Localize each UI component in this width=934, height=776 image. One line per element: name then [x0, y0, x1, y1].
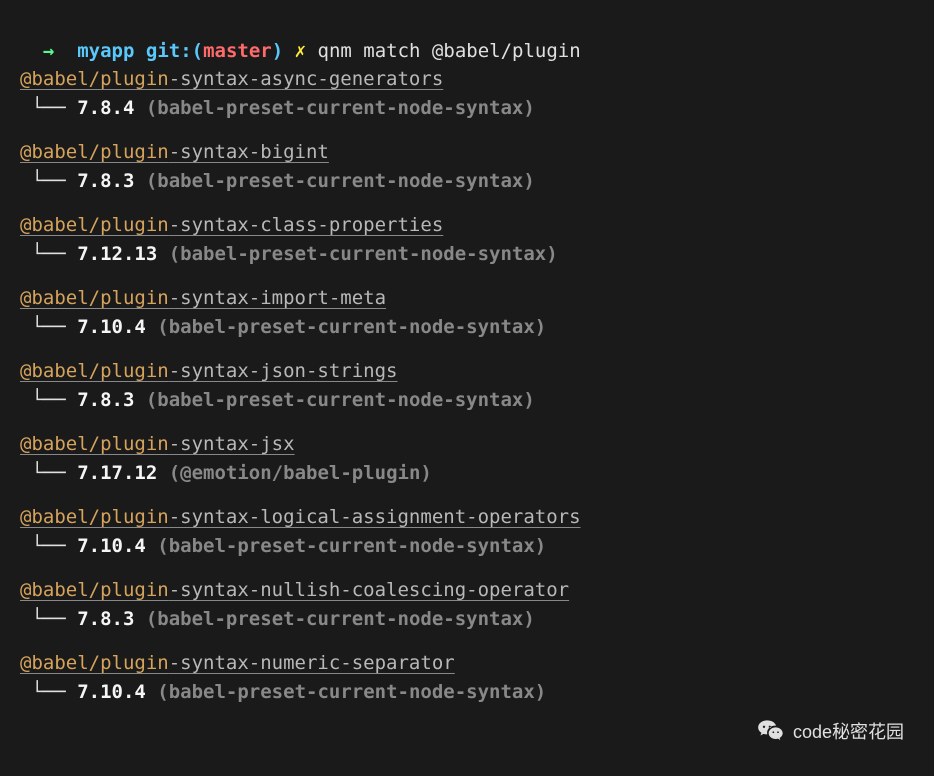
git-branch: master [203, 40, 272, 62]
package-suffix: -syntax-bigint [169, 141, 329, 163]
package-name-line: @babel/plugin-syntax-async-generators [20, 65, 914, 94]
parent-package: (@emotion/babel-plugin) [169, 462, 432, 484]
package-match: @babel/plugin [20, 506, 169, 528]
package-version: 7.8.3 [77, 608, 134, 630]
package-version: 7.10.4 [77, 681, 146, 703]
tree-branch-icon: └── [20, 681, 77, 703]
package-match: @babel/plugin [20, 287, 169, 309]
package-suffix: -syntax-nullish-coalescing-operator [169, 579, 569, 601]
parent-package: (babel-preset-current-node-syntax) [157, 316, 546, 338]
package-suffix: -syntax-json-strings [169, 360, 398, 382]
package-name-line: @babel/plugin-syntax-jsx [20, 430, 914, 459]
dirty-indicator: ✗ [295, 40, 306, 62]
package-name-line: @babel/plugin-syntax-json-strings [20, 357, 914, 386]
package-name-line: @babel/plugin-syntax-import-meta [20, 284, 914, 313]
package-version: 7.10.4 [77, 535, 146, 557]
parent-package: (babel-preset-current-node-syntax) [157, 681, 546, 703]
package-version-line: └── 7.8.3 (babel-preset-current-node-syn… [20, 167, 914, 196]
package-match: @babel/plugin [20, 68, 169, 90]
tree-branch-icon: └── [20, 170, 77, 192]
package-version-line: └── 7.12.13 (babel-preset-current-node-s… [20, 240, 914, 269]
package-match: @babel/plugin [20, 141, 169, 163]
package-version-line: └── 7.8.4 (babel-preset-current-node-syn… [20, 94, 914, 123]
parent-package: (babel-preset-current-node-syntax) [146, 389, 535, 411]
prompt-arrow: → [43, 40, 54, 62]
package-version-line: └── 7.10.4 (babel-preset-current-node-sy… [20, 678, 914, 707]
package-name-line: @babel/plugin-syntax-nullish-coalescing-… [20, 576, 914, 605]
parent-package: (babel-preset-current-node-syntax) [157, 535, 546, 557]
package-name-line: @babel/plugin-syntax-logical-assignment-… [20, 503, 914, 532]
package-suffix: -syntax-async-generators [169, 68, 444, 90]
package-match: @babel/plugin [20, 360, 169, 382]
tree-branch-icon: └── [20, 97, 77, 119]
package-version-line: └── 7.8.3 (babel-preset-current-node-syn… [20, 386, 914, 415]
package-match: @babel/plugin [20, 579, 169, 601]
package-version-line: └── 7.10.4 (babel-preset-current-node-sy… [20, 532, 914, 561]
package-version: 7.8.4 [77, 97, 134, 119]
parent-package: (babel-preset-current-node-syntax) [146, 608, 535, 630]
watermark: code秘密花园 [757, 718, 904, 746]
watermark-text: code秘密花园 [793, 719, 904, 746]
tree-branch-icon: └── [20, 389, 77, 411]
git-label: git:( [146, 40, 203, 62]
package-match: @babel/plugin [20, 214, 169, 236]
package-suffix: -syntax-jsx [169, 433, 295, 455]
package-version: 7.10.4 [77, 316, 146, 338]
package-name-line: @babel/plugin-syntax-numeric-separator [20, 649, 914, 678]
app-name: myapp [77, 40, 134, 62]
package-version: 7.12.13 [77, 243, 157, 265]
tree-branch-icon: └── [20, 243, 77, 265]
package-version: 7.8.3 [77, 170, 134, 192]
package-name-line: @babel/plugin-syntax-class-properties [20, 211, 914, 240]
parent-package: (babel-preset-current-node-syntax) [169, 243, 558, 265]
close-paren: ) [272, 40, 283, 62]
package-version-line: └── 7.17.12 (@emotion/babel-plugin) [20, 459, 914, 488]
package-version-line: └── 7.8.3 (babel-preset-current-node-syn… [20, 605, 914, 634]
package-name-line: @babel/plugin-syntax-bigint [20, 138, 914, 167]
package-version: 7.8.3 [77, 389, 134, 411]
tree-branch-icon: └── [20, 316, 77, 338]
package-suffix: -syntax-class-properties [169, 214, 444, 236]
tree-branch-icon: └── [20, 608, 77, 630]
parent-package: (babel-preset-current-node-syntax) [146, 97, 535, 119]
terminal-prompt: → myapp git:(master) ✗ qnm match @babel/… [20, 8, 914, 65]
wechat-icon [757, 718, 785, 746]
command-text: qnm match @babel/plugin [318, 40, 581, 62]
tree-branch-icon: └── [20, 535, 77, 557]
package-suffix: -syntax-import-meta [169, 287, 386, 309]
package-match: @babel/plugin [20, 652, 169, 674]
package-version-line: └── 7.10.4 (babel-preset-current-node-sy… [20, 313, 914, 342]
parent-package: (babel-preset-current-node-syntax) [146, 170, 535, 192]
package-suffix: -syntax-logical-assignment-operators [169, 506, 581, 528]
package-suffix: -syntax-numeric-separator [169, 652, 455, 674]
package-match: @babel/plugin [20, 433, 169, 455]
tree-branch-icon: └── [20, 462, 77, 484]
package-version: 7.17.12 [77, 462, 157, 484]
packages-list: @babel/plugin-syntax-async-generators └─… [20, 65, 914, 706]
